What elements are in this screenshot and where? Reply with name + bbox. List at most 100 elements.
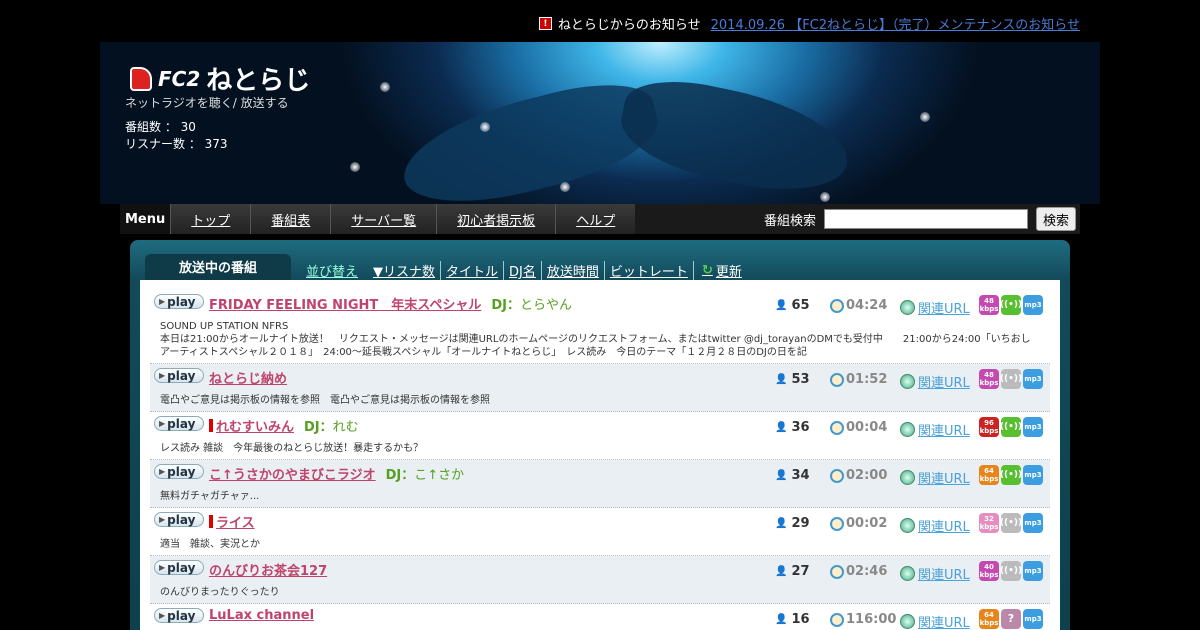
program-title[interactable]: こ↑うさかのやまびこラジオ — [209, 464, 376, 483]
user-icon: 👤 — [775, 422, 788, 433]
broadcast-signal-icon: ((•)) — [1000, 561, 1022, 581]
listener-value: 16 — [791, 612, 810, 627]
program-title-wrap: こ↑うさかのやまびこラジオ DJ：こ↑さか — [209, 464, 464, 483]
play-button[interactable]: ▶ play — [154, 464, 204, 479]
bitrate-badge: 64 kbps — [979, 465, 999, 485]
program-item: ▶ play のんびりお茶会127 👤 27 02:46 関連URL 40 kbps ((•)) m… — [150, 556, 1050, 604]
bitrate-unit: kbps — [979, 571, 999, 579]
program-title[interactable]: れむすいみん — [216, 416, 294, 435]
listener-count: 👤 34 — [775, 468, 810, 483]
program-item: ▶ play FRIDAY FEELING NIGHT 年末スペシャル DJ：とらやん… — [150, 290, 1050, 364]
play-label: play — [167, 512, 196, 527]
nav-item-help[interactable]: ヘルプ — [555, 204, 636, 234]
related-url: 関連URL — [900, 372, 970, 391]
main-nav: Menu トップ 番組表 サーバー覧 初心者掲示板 ヘルプ 番組検索 検索 — [120, 204, 1080, 234]
program-item: ▶ play ライス 👤 29 00:02 関連URL 32 kbps ((•)) mp3 適当 雑談… — [150, 508, 1050, 556]
broadcast-time: 02:00 — [830, 468, 887, 483]
program-description: SOUND UP STATION NFRS 本日は21:00からオールナイト放送！… — [160, 321, 1031, 358]
refresh-button[interactable]: ↻ 更新 — [702, 261, 742, 280]
program-description: のんびりまったりぐったり — [160, 587, 280, 598]
related-url-link[interactable]: 関連URL — [918, 612, 970, 630]
program-description: 電凸やご意見は掲示板の情報を参照 電凸やご意見は掲示板の情報を参照 — [160, 395, 490, 406]
notice-bar: ! ねとらじからのお知らせ 2014.09.26 【FC2ねとらじ】（完了）メン… — [538, 14, 1080, 33]
clock-icon — [830, 420, 844, 435]
user-icon: 👤 — [775, 300, 788, 311]
program-row: ▶ play FRIDAY FEELING NIGHT 年末スペシャル DJ：とらやん… — [150, 290, 1050, 318]
play-button[interactable]: ▶ play — [154, 512, 204, 527]
nav-item-beginner-board[interactable]: 初心者掲示板 — [436, 204, 556, 234]
program-row: ▶ play ねとらじ納め 👤 53 01:52 関連URL 48 kbps ((•)) mp3 — [150, 364, 1050, 392]
program-title[interactable]: ねとらじ納め — [209, 368, 287, 387]
logo-name: ねとらじ — [206, 66, 311, 96]
related-url-link[interactable]: 関連URL — [918, 372, 970, 391]
program-count: 番組数 ： 30 — [125, 120, 196, 134]
play-label: play — [167, 608, 196, 623]
bitrate-badge: 96 kbps — [979, 417, 999, 437]
bitrate-badge: 48 kbps — [979, 369, 999, 389]
related-url-link[interactable]: 関連URL — [918, 420, 970, 439]
related-url-link[interactable]: 関連URL — [918, 468, 970, 487]
listener-count: 👤 29 — [775, 516, 810, 531]
broadcast-time: 00:02 — [830, 516, 887, 531]
play-icon: ▶ — [159, 419, 166, 428]
program-title[interactable]: ライス — [216, 512, 255, 531]
program-title[interactable]: LuLax channel — [209, 608, 314, 623]
nav-item-servers[interactable]: サーバー覧 — [330, 204, 437, 234]
program-description: 無料ガチャガチャァ... — [160, 491, 260, 502]
sort-by-dj[interactable]: DJ名 — [504, 261, 542, 280]
play-button[interactable]: ▶ play — [154, 608, 204, 623]
broadcast-time: 00:04 — [830, 420, 887, 435]
clock-icon — [830, 468, 844, 483]
bitrate-value: 40 — [984, 563, 994, 571]
notice-link[interactable]: 2014.09.26 【FC2ねとらじ】（完了）メンテナンスのお知らせ — [711, 14, 1080, 33]
program-row: ▶ play LuLax channel 👤 16 116:00 関連URL 64 kbps? m… — [150, 604, 1050, 630]
related-url-link[interactable]: 関連URL — [918, 564, 970, 583]
search-input[interactable] — [823, 209, 1028, 229]
broadcast-signal-icon: ((•)) — [1000, 369, 1022, 389]
clock-icon — [830, 612, 844, 627]
sparkle — [560, 182, 570, 192]
nav-item-schedule[interactable]: 番組表 — [250, 204, 331, 234]
globe-icon — [900, 614, 915, 629]
related-url-link[interactable]: 関連URL — [918, 516, 970, 535]
globe-icon — [900, 566, 915, 581]
user-icon: 👤 — [775, 566, 788, 577]
play-button[interactable]: ▶ play — [154, 294, 204, 309]
sort-by-title[interactable]: タイトル — [441, 261, 505, 280]
play-button[interactable]: ▶ play — [154, 416, 204, 431]
program-title[interactable]: FRIDAY FEELING NIGHT 年末スペシャル — [209, 294, 481, 313]
bitrate-badge: 48 kbps — [979, 295, 999, 315]
mp3-format-icon: mp3 — [1023, 295, 1043, 315]
nav-item-top[interactable]: トップ — [170, 204, 251, 234]
related-url: 関連URL — [900, 468, 970, 487]
whale-illustration — [613, 69, 857, 204]
clock-icon — [830, 298, 844, 313]
program-title-wrap: のんびりお茶会127 — [209, 560, 327, 579]
program-title[interactable]: のんびりお茶会127 — [209, 560, 327, 579]
stream-badges: 32 kbps ((•)) mp3 — [979, 513, 1043, 533]
broadcast-time: 116:00 — [830, 612, 896, 627]
search-button[interactable]: 検索 — [1035, 207, 1076, 231]
sort-by-listeners[interactable]: ▼リスナ数 — [368, 261, 442, 280]
play-button[interactable]: ▶ play — [154, 368, 204, 383]
new-mark-icon — [209, 515, 213, 528]
play-button[interactable]: ▶ play — [154, 560, 204, 575]
dj-info: DJ：とらやん — [491, 298, 572, 313]
notice-icon: ! — [538, 17, 552, 30]
site-logo[interactable]: FC2 ねとらじ — [130, 60, 310, 97]
listener-count: 👤 53 — [775, 372, 810, 387]
sort-by-time[interactable]: 放送時間 — [542, 261, 605, 280]
play-label: play — [167, 560, 196, 575]
bitrate-unit: kbps — [979, 379, 999, 387]
play-label: play — [167, 294, 196, 309]
time-value: 00:02 — [846, 516, 888, 531]
program-row: ▶ play のんびりお茶会127 👤 27 02:46 関連URL 40 kbps ((•)) m… — [150, 556, 1050, 584]
mp3-format-icon: mp3 — [1023, 417, 1043, 437]
tab-on-air[interactable]: 放送中の番組 — [145, 254, 292, 280]
globe-icon — [900, 300, 915, 315]
user-icon: 👤 — [775, 614, 788, 625]
related-url-link[interactable]: 関連URL — [918, 298, 970, 317]
bitrate-value: 48 — [984, 371, 994, 379]
program-description: 適当 雑談、実況とか — [160, 539, 260, 550]
sort-by-bitrate[interactable]: ビットレート — [605, 261, 694, 280]
